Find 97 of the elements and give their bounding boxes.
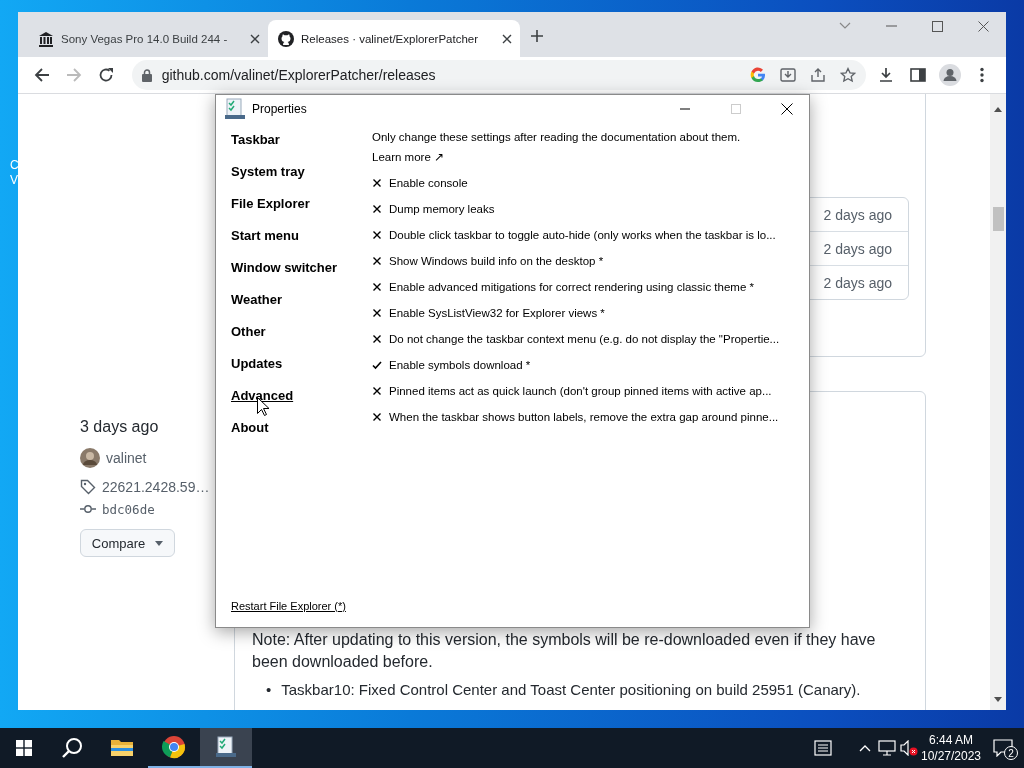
cross-icon[interactable]: [372, 412, 382, 422]
nav-item[interactable]: File Explorer: [231, 188, 310, 220]
profile-icon: [939, 64, 962, 86]
checklist-icon: [224, 98, 246, 120]
release-date: 3 days ago: [80, 417, 160, 437]
check-icon[interactable]: [372, 360, 382, 370]
release-note-item: Taskbar10: Fixed Control Center and Toast Center positioning on build 25951 (Canary).: [281, 680, 861, 700]
maximize-icon: [730, 104, 741, 114]
nav-item[interactable]: Window switcher: [231, 252, 338, 284]
release-note: Note: After updating to this version, the symbols will be re-downloaded even if they have been downloaded before.: [252, 630, 877, 672]
menu-icon: [980, 67, 984, 83]
address-bar[interactable]: github.com/valinet/ExplorerPatcher/releases: [131, 60, 867, 90]
google-icon: [750, 67, 767, 83]
taskbar-app[interactable]: [200, 728, 252, 768]
option-label[interactable]: When the taskbar shows button labels, remove the extra gap around pinne...: [389, 411, 779, 423]
back-icon: [33, 67, 50, 83]
option-label[interactable]: Double click taskbar to toggle auto-hide (only works when the taskbar is lo...: [389, 229, 776, 241]
cross-icon[interactable]: [372, 230, 382, 240]
notification-button[interactable]: 2: [982, 728, 1024, 768]
asset-date: 2 days ago: [823, 206, 892, 223]
chevron-down-icon: [839, 22, 851, 30]
volume-muted-icon[interactable]: [900, 740, 918, 756]
github-icon: [278, 30, 294, 47]
commit-link[interactable]: bdc06de: [102, 501, 155, 517]
checklist-icon: [215, 736, 237, 758]
desktop-icon-label: C: [10, 158, 19, 172]
maximize-icon: [931, 20, 943, 32]
cross-icon[interactable]: [372, 386, 382, 396]
folder-icon: [110, 737, 134, 757]
asset-date: 2 days ago: [823, 240, 892, 257]
network-icon: [878, 740, 896, 756]
url-text: github.com/valinet/ExplorerPatcher/releases: [161, 67, 437, 83]
nav-item[interactable]: Weather: [231, 284, 283, 316]
browser-tab[interactable]: Sony Vegas Pro 14.0 Build 244 -: [28, 20, 268, 57]
asset-date: 2 days ago: [823, 274, 892, 291]
option-label[interactable]: Enable symbols download *: [389, 359, 531, 371]
nav-item[interactable]: Taskbar: [231, 124, 280, 156]
intro-text: Only change these settings after reading the documentation about them.: [372, 130, 742, 145]
search-icon: [61, 737, 83, 759]
option-label[interactable]: Dump memory leaks: [389, 203, 495, 215]
nav-item[interactable]: Other: [231, 316, 266, 348]
install-icon: [780, 67, 797, 83]
cross-icon[interactable]: [372, 334, 382, 344]
minimize-icon: [679, 108, 690, 110]
cross-icon[interactable]: [372, 282, 382, 292]
new-tab-icon: [530, 29, 544, 43]
close-icon: [977, 20, 989, 32]
reload-icon: [97, 67, 114, 83]
nav-item[interactable]: System tray: [231, 156, 305, 188]
compare-button[interactable]: Compare: [80, 529, 175, 557]
minimize-icon: [885, 25, 897, 27]
window-title: Properties: [252, 102, 308, 116]
learn-more-link[interactable]: Learn more ↗: [372, 151, 444, 163]
news-icon: [814, 740, 832, 756]
cross-icon[interactable]: [372, 204, 382, 214]
close-icon: [502, 33, 512, 44]
browser-tab[interactable]: Releases · valinet/ExplorerPatcher: [268, 20, 520, 57]
clock[interactable]: 6:44 AM 10/27/2023: [920, 732, 982, 764]
lock-icon: [141, 68, 152, 82]
option-label[interactable]: Pinned items act as quick launch (don't group pinned items with active ap...: [389, 385, 772, 397]
cross-icon[interactable]: [372, 256, 382, 266]
scrollbar-thumb[interactable]: [993, 207, 1004, 231]
museum-icon: [38, 30, 54, 47]
star-icon: [840, 67, 857, 83]
option-label[interactable]: Show Windows build info on the desktop *: [389, 255, 604, 267]
download-icon: [878, 67, 895, 83]
desktop-icon-label: V: [10, 173, 18, 187]
close-icon: [780, 103, 793, 115]
nav-item[interactable]: Updates: [231, 348, 283, 380]
nav-item[interactable]: Start menu: [231, 220, 299, 252]
chrome-icon: [162, 735, 186, 759]
bullet-marker: •: [266, 680, 272, 700]
start-icon: [16, 740, 32, 756]
side-panel-icon: [910, 67, 927, 83]
scroll-up-icon: [994, 107, 1002, 112]
cross-icon[interactable]: [372, 178, 382, 188]
caret-icon: [155, 540, 164, 546]
option-label[interactable]: Enable SysListView32 for Explorer views *: [389, 307, 605, 319]
author-link[interactable]: valinet: [106, 450, 147, 466]
option-label[interactable]: Enable advanced mitigations for correct rendering using classic theme *: [389, 281, 754, 293]
nav-item[interactable]: Advanced: [231, 380, 294, 412]
avatar-icon: [80, 448, 100, 468]
restart-link[interactable]: Restart File Explorer (*): [231, 600, 346, 612]
share-icon: [810, 67, 827, 83]
close-icon: [250, 33, 260, 44]
tag-icon: [80, 479, 96, 495]
nav-item[interactable]: About: [231, 412, 269, 444]
tag-link[interactable]: 22621.2428.59…: [102, 479, 210, 495]
scrollbar[interactable]: [990, 94, 1006, 710]
chevron-up-icon: [859, 744, 871, 752]
option-label[interactable]: Enable console: [389, 177, 468, 189]
forward-icon: [65, 67, 82, 83]
message-icon: [993, 739, 1013, 757]
option-label[interactable]: Do not change the taskbar context menu (e.g. do not display the "Propertie...: [389, 333, 780, 345]
commit-icon: [80, 504, 96, 514]
cross-icon[interactable]: [372, 308, 382, 318]
scroll-down-icon: [994, 697, 1002, 702]
